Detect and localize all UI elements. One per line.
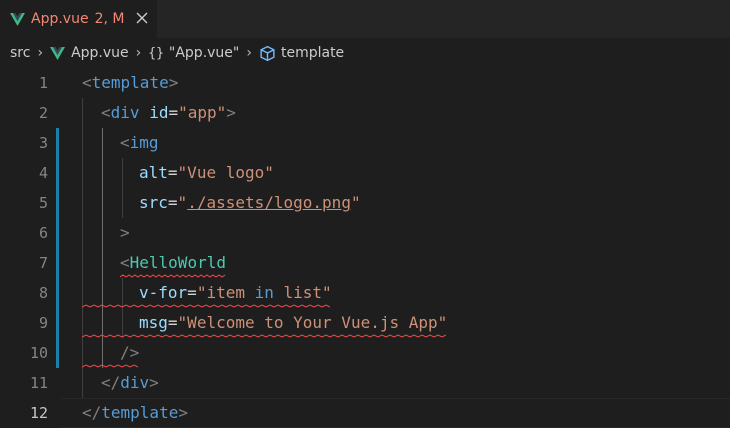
breadcrumb: src › App.vue › {} "App.vue" › template bbox=[0, 38, 730, 68]
code-line: 11 </div> bbox=[0, 368, 730, 398]
chevron-right-icon: › bbox=[246, 45, 252, 61]
code-line: 5 src="./assets/logo.png" bbox=[0, 188, 730, 218]
code-line: 8 v-for="item in list" bbox=[0, 278, 730, 308]
code-editor[interactable]: 1 <template> 2 <div id="app"> 3 <img 4 a… bbox=[0, 68, 730, 428]
chevron-right-icon: › bbox=[135, 45, 142, 61]
breadcrumb-item-template[interactable]: template bbox=[259, 45, 344, 62]
line-number: 11 bbox=[29, 374, 48, 392]
breadcrumb-item-file[interactable]: App.vue bbox=[50, 45, 129, 61]
line-number: 9 bbox=[38, 314, 48, 332]
breadcrumb-label: "App.vue" bbox=[168, 45, 240, 61]
code-line: 6 > bbox=[0, 218, 730, 248]
cube-icon bbox=[260, 45, 275, 61]
code-line: 9 msg="Welcome to Your Vue.js App" bbox=[0, 308, 730, 338]
tab-problem-status: 2, M bbox=[94, 11, 125, 27]
line-number: 12 bbox=[29, 404, 48, 422]
tab-app-vue[interactable]: App.vue 2, M bbox=[0, 0, 157, 38]
code-line: 1 <template> bbox=[0, 68, 730, 98]
close-icon[interactable] bbox=[133, 9, 151, 27]
chevron-right-icon: › bbox=[37, 45, 44, 61]
code-line: 10 /> bbox=[0, 338, 730, 368]
breadcrumb-item-src[interactable]: src bbox=[10, 45, 30, 61]
line-number: 6 bbox=[38, 224, 48, 242]
breadcrumb-item-component[interactable]: {} "App.vue" bbox=[148, 45, 239, 61]
code-line: 12 </template> bbox=[0, 398, 730, 428]
line-number: 10 bbox=[29, 344, 48, 362]
code-line: 3 <img bbox=[0, 128, 730, 158]
code-line: 7 <HelloWorld bbox=[0, 248, 730, 278]
tab-file-name: App.vue bbox=[31, 11, 89, 27]
line-number: 2 bbox=[38, 104, 48, 122]
line-number: 8 bbox=[38, 284, 48, 302]
file-path-link[interactable]: ./assets/logo.png bbox=[187, 193, 351, 212]
code-line: 4 alt="Vue logo" bbox=[0, 158, 730, 188]
line-number: 3 bbox=[38, 134, 48, 152]
braces-icon: {} bbox=[148, 45, 164, 61]
line-number: 4 bbox=[38, 164, 48, 182]
line-number: 1 bbox=[38, 74, 48, 92]
breadcrumb-label: App.vue bbox=[71, 45, 129, 61]
line-number: 5 bbox=[38, 194, 48, 212]
breadcrumb-label: src bbox=[10, 45, 31, 61]
code-line: 2 <div id="app"> bbox=[0, 98, 730, 128]
breadcrumb-label: template bbox=[280, 45, 345, 61]
editor-tab-bar: App.vue 2, M bbox=[0, 0, 730, 38]
line-number: 7 bbox=[38, 254, 48, 272]
vue-icon bbox=[50, 46, 66, 60]
vue-icon bbox=[10, 12, 25, 26]
